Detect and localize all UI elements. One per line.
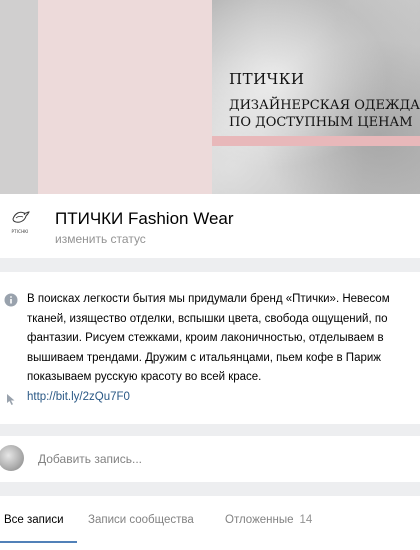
cover-pink-band xyxy=(212,136,420,146)
community-info: В поисках легкости бытия мы придумали бр… xyxy=(0,272,420,424)
description-line: фантазии. Рисуем стежками, кроим лаконич… xyxy=(27,332,384,345)
cover-pink-panel xyxy=(38,0,212,194)
change-status-link[interactable]: изменить статус xyxy=(55,232,146,246)
bird-logo-icon xyxy=(12,211,30,223)
cover-image[interactable]: ПТИЧКИ ДИЗАЙНЕРСКАЯ ОДЕЖДА ПО ДОСТУПНЫМ … xyxy=(0,0,420,194)
user-avatar xyxy=(0,445,24,471)
tab-postponed-posts[interactable]: Отложенные 14 xyxy=(225,514,312,526)
community-avatar[interactable]: PTICHKI xyxy=(6,206,34,240)
link-icon xyxy=(7,394,15,405)
description-line: показываем русскую красоту во всей красе… xyxy=(27,371,262,384)
wall-tabs: Все записи Записи сообщества Отложенные 1… xyxy=(0,496,420,550)
page-title: ПТИЧКИ Fashion Wear xyxy=(55,209,234,228)
website-link[interactable]: http://bit.ly/2zQu7F0 xyxy=(27,391,130,403)
tab-all-posts[interactable]: Все записи xyxy=(4,514,64,526)
community-description: В поисках легкости бытия мы придумали бр… xyxy=(27,290,420,388)
tab-postponed-label: Отложенные xyxy=(225,514,294,526)
community-header: ПТИЧКИ ДИЗАЙНЕРСКАЯ ОДЕЖДА ПО ДОСТУПНЫМ … xyxy=(0,0,420,258)
cover-subtitle-line2: ПО ДОСТУПНЫМ ЦЕНАМ xyxy=(229,115,413,130)
info-icon xyxy=(4,293,18,307)
cover-concrete-panel xyxy=(212,0,420,194)
cover-subtitle-line1: ДИЗАЙНЕРСКАЯ ОДЕЖДА xyxy=(229,98,420,113)
cover-grey-panel xyxy=(0,0,38,194)
post-composer[interactable]: Добавить запись... xyxy=(0,436,420,482)
description-line: вышиваем трендами. Дружим с итальянцами,… xyxy=(27,351,381,364)
avatar-logo-text: PTICHKI xyxy=(11,229,29,234)
active-tab-indicator xyxy=(0,541,77,543)
postponed-count-badge: 14 xyxy=(299,514,313,526)
tab-community-posts[interactable]: Записи сообщества xyxy=(88,514,194,526)
cover-title: ПТИЧКИ xyxy=(229,70,305,88)
add-post-input[interactable]: Добавить запись... xyxy=(38,452,142,466)
description-line: В поисках легкости бытия мы придумали бр… xyxy=(27,293,390,305)
description-line: тканей, изящество отделки, вспышки цвета… xyxy=(27,312,388,325)
